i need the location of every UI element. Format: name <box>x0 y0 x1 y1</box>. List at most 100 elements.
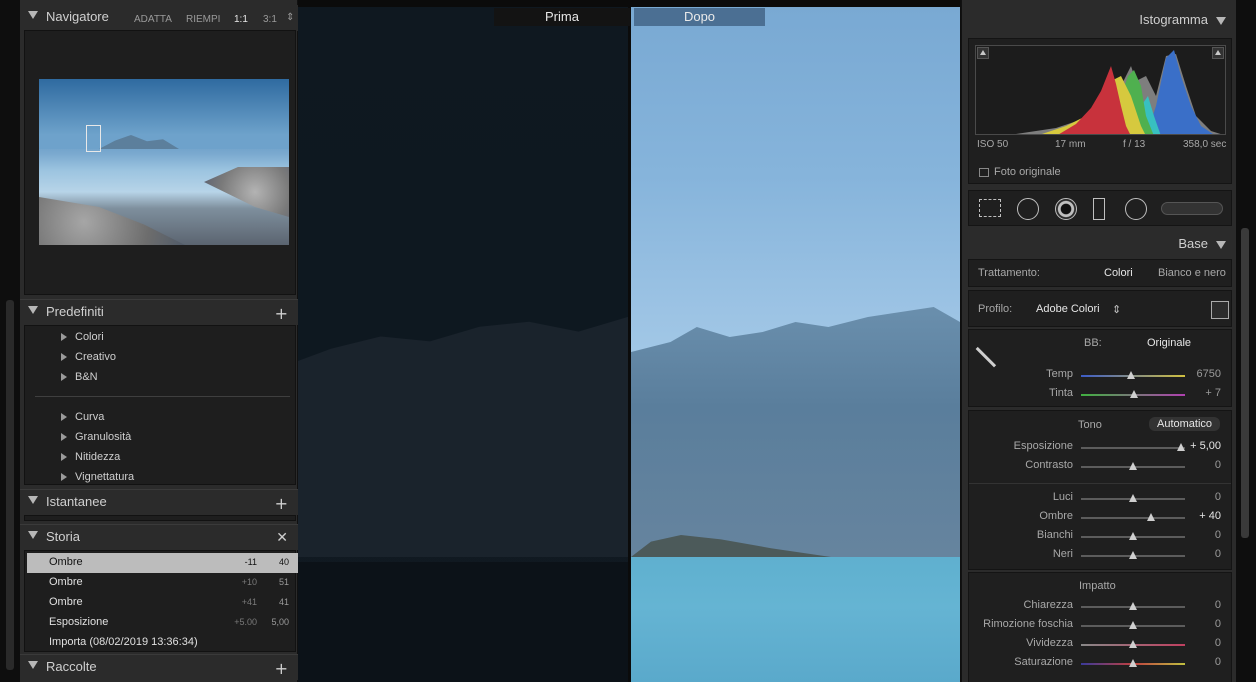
radial-filter-icon[interactable] <box>1125 198 1147 220</box>
plus-icon[interactable]: + <box>275 494 288 513</box>
history-item[interactable]: Ombre +41 41 <box>27 593 299 613</box>
adjustment-brush-icon[interactable] <box>1161 202 1223 215</box>
collapse-triangle-icon[interactable] <box>28 531 38 539</box>
zoom-stepper-icon[interactable]: ⇕ <box>286 12 294 23</box>
clarity-slider-knob[interactable] <box>1129 602 1137 610</box>
temp-slider-knob[interactable] <box>1127 371 1135 379</box>
plus-icon[interactable]: + <box>275 304 288 323</box>
preset-group[interactable]: Granulosità <box>61 431 131 443</box>
profile-stepper-icon[interactable]: ⇕ <box>1112 303 1121 316</box>
navigator-thumbnail[interactable] <box>39 79 289 245</box>
after-mountains <box>631 307 960 557</box>
auto-tone-button[interactable]: Automatico <box>1149 417 1221 431</box>
zoom-1-1-button[interactable]: 1:1 <box>234 14 248 25</box>
highlight-clipping-icon[interactable] <box>1212 47 1224 59</box>
basic-header[interactable]: Base <box>1178 236 1226 251</box>
history-item[interactable]: Importa (08/02/2019 13:36:34) <box>27 633 299 653</box>
preset-group[interactable]: Creativo <box>61 351 116 363</box>
presets-header[interactable]: Predefiniti + <box>20 299 298 325</box>
collapse-triangle-icon[interactable] <box>28 496 38 504</box>
blacks-value[interactable]: 0 <box>1215 548 1221 560</box>
tint-value[interactable]: + 7 <box>1205 387 1221 399</box>
whites-slider-knob[interactable] <box>1129 532 1137 540</box>
original-photo-checkbox[interactable] <box>979 168 989 177</box>
tint-slider[interactable] <box>1081 390 1185 398</box>
profile-browser-icon[interactable] <box>1211 301 1229 319</box>
preset-group[interactable]: Vignettatura <box>61 471 134 483</box>
eyedropper-icon[interactable] <box>975 330 1013 368</box>
collections-header[interactable]: Raccolte + <box>20 654 298 680</box>
preset-group[interactable]: Curva <box>61 411 104 423</box>
clarity-value[interactable]: 0 <box>1215 599 1221 611</box>
highlights-value[interactable]: 0 <box>1215 491 1221 503</box>
dehaze-slider-knob[interactable] <box>1129 621 1137 629</box>
shadows-slider[interactable] <box>1081 513 1185 521</box>
temp-value[interactable]: 6750 <box>1197 368 1221 380</box>
shadow-clipping-icon[interactable] <box>977 47 989 59</box>
left-scrollbar[interactable] <box>6 300 14 670</box>
dehaze-value[interactable]: 0 <box>1215 618 1221 630</box>
navigator-header[interactable]: Navigatore ADATTA RIEMPI 1:1 3:1 ⇕ <box>20 5 298 31</box>
collapse-triangle-icon[interactable] <box>1216 240 1226 249</box>
blacks-slider[interactable] <box>1081 551 1185 559</box>
histogram-header[interactable]: Istogramma <box>1139 12 1226 27</box>
vibrance-value[interactable]: 0 <box>1215 637 1221 649</box>
spot-removal-icon[interactable] <box>1017 198 1039 220</box>
history-item[interactable]: Esposizione +5.00 5,00 <box>27 613 299 633</box>
zoom-3-1-button[interactable]: 3:1 <box>263 14 277 25</box>
contrast-slider-knob[interactable] <box>1129 462 1137 470</box>
before-image[interactable] <box>298 7 628 682</box>
zoom-fit-button[interactable]: ADATTA <box>134 14 172 25</box>
tint-slider-knob[interactable] <box>1130 390 1138 398</box>
before-after-view[interactable]: Prima Dopo <box>298 0 960 682</box>
tone-label: Tono <box>1078 419 1102 431</box>
contrast-value[interactable]: 0 <box>1215 459 1221 471</box>
right-scrollbar[interactable] <box>1241 228 1249 538</box>
wb-select[interactable]: Originale <box>1147 337 1191 349</box>
snapshots-header[interactable]: Istantanee + <box>20 489 298 515</box>
exposure-slider[interactable] <box>1081 443 1185 451</box>
whites-slider[interactable] <box>1081 532 1185 540</box>
collapse-triangle-icon[interactable] <box>1216 16 1226 25</box>
navigator-zoom-frame[interactable] <box>86 125 101 152</box>
saturation-value[interactable]: 0 <box>1215 656 1221 668</box>
vibrance-slider-knob[interactable] <box>1129 640 1137 648</box>
histogram-graph[interactable] <box>975 45 1226 135</box>
red-eye-icon[interactable] <box>1055 198 1077 220</box>
exposure-slider-knob[interactable] <box>1177 443 1185 451</box>
collapse-triangle-icon[interactable] <box>28 306 38 314</box>
profile-select[interactable]: Adobe Colori <box>1036 303 1100 315</box>
plus-icon[interactable]: + <box>275 659 288 678</box>
dehaze-slider[interactable] <box>1081 621 1185 629</box>
exposure-value[interactable]: + 5,00 <box>1190 440 1221 452</box>
after-image[interactable] <box>631 7 960 682</box>
treatment-bw-button[interactable]: Bianco e nero <box>1158 267 1226 279</box>
collapse-triangle-icon[interactable] <box>28 11 38 19</box>
treatment-color-button[interactable]: Colori <box>1104 267 1133 279</box>
preset-group[interactable]: Colori <box>61 331 104 343</box>
vibrance-slider[interactable] <box>1081 640 1185 648</box>
blacks-label: Neri <box>1052 548 1073 560</box>
saturation-slider[interactable] <box>1081 659 1185 667</box>
crop-icon[interactable] <box>979 199 1001 217</box>
close-icon[interactable]: ✕ <box>276 530 288 546</box>
saturation-slider-knob[interactable] <box>1129 659 1137 667</box>
shadows-slider-knob[interactable] <box>1147 513 1155 521</box>
highlights-slider-knob[interactable] <box>1129 494 1137 502</box>
preset-group[interactable]: B&N <box>61 371 98 383</box>
history-item[interactable]: Ombre +10 51 <box>27 573 299 593</box>
thumb-rocks-left <box>39 197 189 245</box>
preset-group[interactable]: Nitidezza <box>61 451 120 463</box>
temp-slider[interactable] <box>1081 371 1185 379</box>
highlights-slider[interactable] <box>1081 494 1185 502</box>
blacks-slider-knob[interactable] <box>1129 551 1137 559</box>
zoom-fill-button[interactable]: RIEMPI <box>186 14 220 25</box>
graduated-filter-icon[interactable] <box>1093 198 1105 220</box>
history-item[interactable]: Ombre -11 40 <box>27 553 299 573</box>
history-header[interactable]: Storia ✕ <box>20 524 298 550</box>
shadows-value[interactable]: + 40 <box>1199 510 1221 522</box>
clarity-slider[interactable] <box>1081 602 1185 610</box>
whites-value[interactable]: 0 <box>1215 529 1221 541</box>
contrast-slider[interactable] <box>1081 462 1185 470</box>
collapse-triangle-icon[interactable] <box>28 661 38 669</box>
